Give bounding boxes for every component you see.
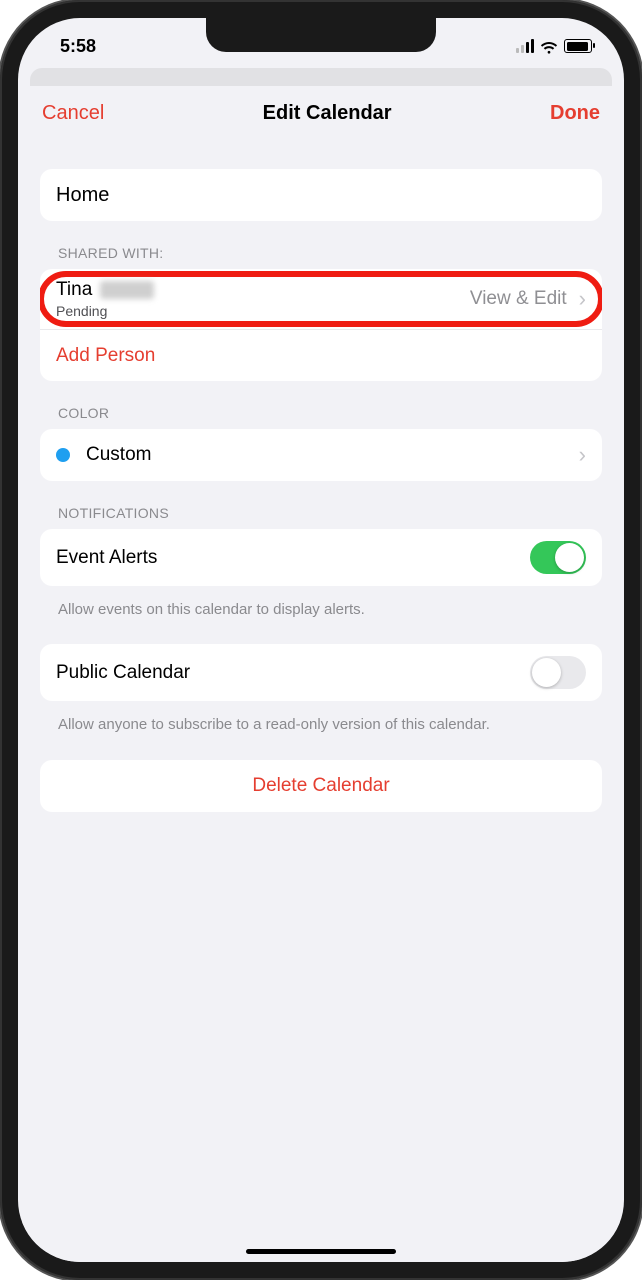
shared-person-row[interactable]: Tina Pending View & Edit › bbox=[40, 269, 602, 329]
delete-calendar-label: Delete Calendar bbox=[252, 775, 389, 797]
status-time: 5:58 bbox=[60, 36, 96, 57]
page-title: Edit Calendar bbox=[263, 102, 392, 125]
shared-person-status: Pending bbox=[56, 303, 470, 319]
color-value: Custom bbox=[86, 444, 573, 466]
event-alerts-label: Event Alerts bbox=[56, 547, 530, 569]
color-header: COLOR bbox=[58, 405, 602, 421]
color-group: Custom › bbox=[40, 429, 602, 481]
add-person-button[interactable]: Add Person bbox=[40, 329, 602, 381]
notifications-header: NOTIFICATIONS bbox=[58, 505, 602, 521]
calendar-name-group bbox=[40, 169, 602, 221]
cancel-button[interactable]: Cancel bbox=[42, 102, 104, 125]
shared-person-permission: View & Edit › bbox=[470, 286, 586, 312]
shared-with-header: SHARED WITH: bbox=[58, 245, 602, 261]
public-calendar-label: Public Calendar bbox=[56, 662, 530, 684]
event-alerts-toggle[interactable] bbox=[530, 541, 586, 574]
shared-person-name: Tina bbox=[56, 279, 92, 301]
calendar-name-row[interactable] bbox=[40, 169, 602, 221]
permission-label: View & Edit bbox=[470, 288, 567, 310]
sheet-background-card bbox=[30, 68, 612, 86]
calendar-name-input[interactable] bbox=[56, 184, 586, 207]
chevron-right-icon: › bbox=[579, 286, 586, 312]
shared-person-info: Tina Pending bbox=[56, 279, 470, 319]
home-indicator[interactable] bbox=[246, 1249, 396, 1254]
event-alerts-group: Event Alerts bbox=[40, 529, 602, 586]
modal-sheet: Cancel Edit Calendar Done SHARED WITH: T… bbox=[22, 86, 620, 1262]
done-button[interactable]: Done bbox=[550, 102, 600, 125]
delete-calendar-button[interactable]: Delete Calendar bbox=[40, 760, 602, 812]
redacted-surname bbox=[100, 281, 154, 299]
event-alerts-footer: Allow events on this calendar to display… bbox=[58, 600, 584, 620]
color-swatch-icon bbox=[56, 448, 70, 462]
public-calendar-footer: Allow anyone to subscribe to a read-only… bbox=[58, 715, 584, 735]
color-row[interactable]: Custom › bbox=[40, 429, 602, 481]
content: SHARED WITH: Tina Pending View & Edit bbox=[22, 169, 620, 846]
screen: 5:58 Cancel Edit Calendar Done bbox=[18, 18, 624, 1262]
wifi-icon bbox=[540, 39, 558, 53]
add-person-label: Add Person bbox=[56, 345, 586, 367]
cellular-icon bbox=[516, 39, 534, 53]
chevron-right-icon: › bbox=[579, 442, 586, 468]
shared-with-group: Tina Pending View & Edit › Add Person bbox=[40, 269, 602, 381]
delete-group: Delete Calendar bbox=[40, 760, 602, 812]
public-calendar-row: Public Calendar bbox=[40, 644, 602, 701]
status-right bbox=[516, 39, 592, 53]
battery-icon bbox=[564, 39, 592, 53]
shared-person-name-line: Tina bbox=[56, 279, 470, 301]
event-alerts-row: Event Alerts bbox=[40, 529, 602, 586]
notch bbox=[206, 18, 436, 52]
public-calendar-toggle[interactable] bbox=[530, 656, 586, 689]
public-calendar-group: Public Calendar bbox=[40, 644, 602, 701]
device-frame: 5:58 Cancel Edit Calendar Done bbox=[0, 0, 642, 1280]
nav-bar: Cancel Edit Calendar Done bbox=[22, 86, 620, 139]
